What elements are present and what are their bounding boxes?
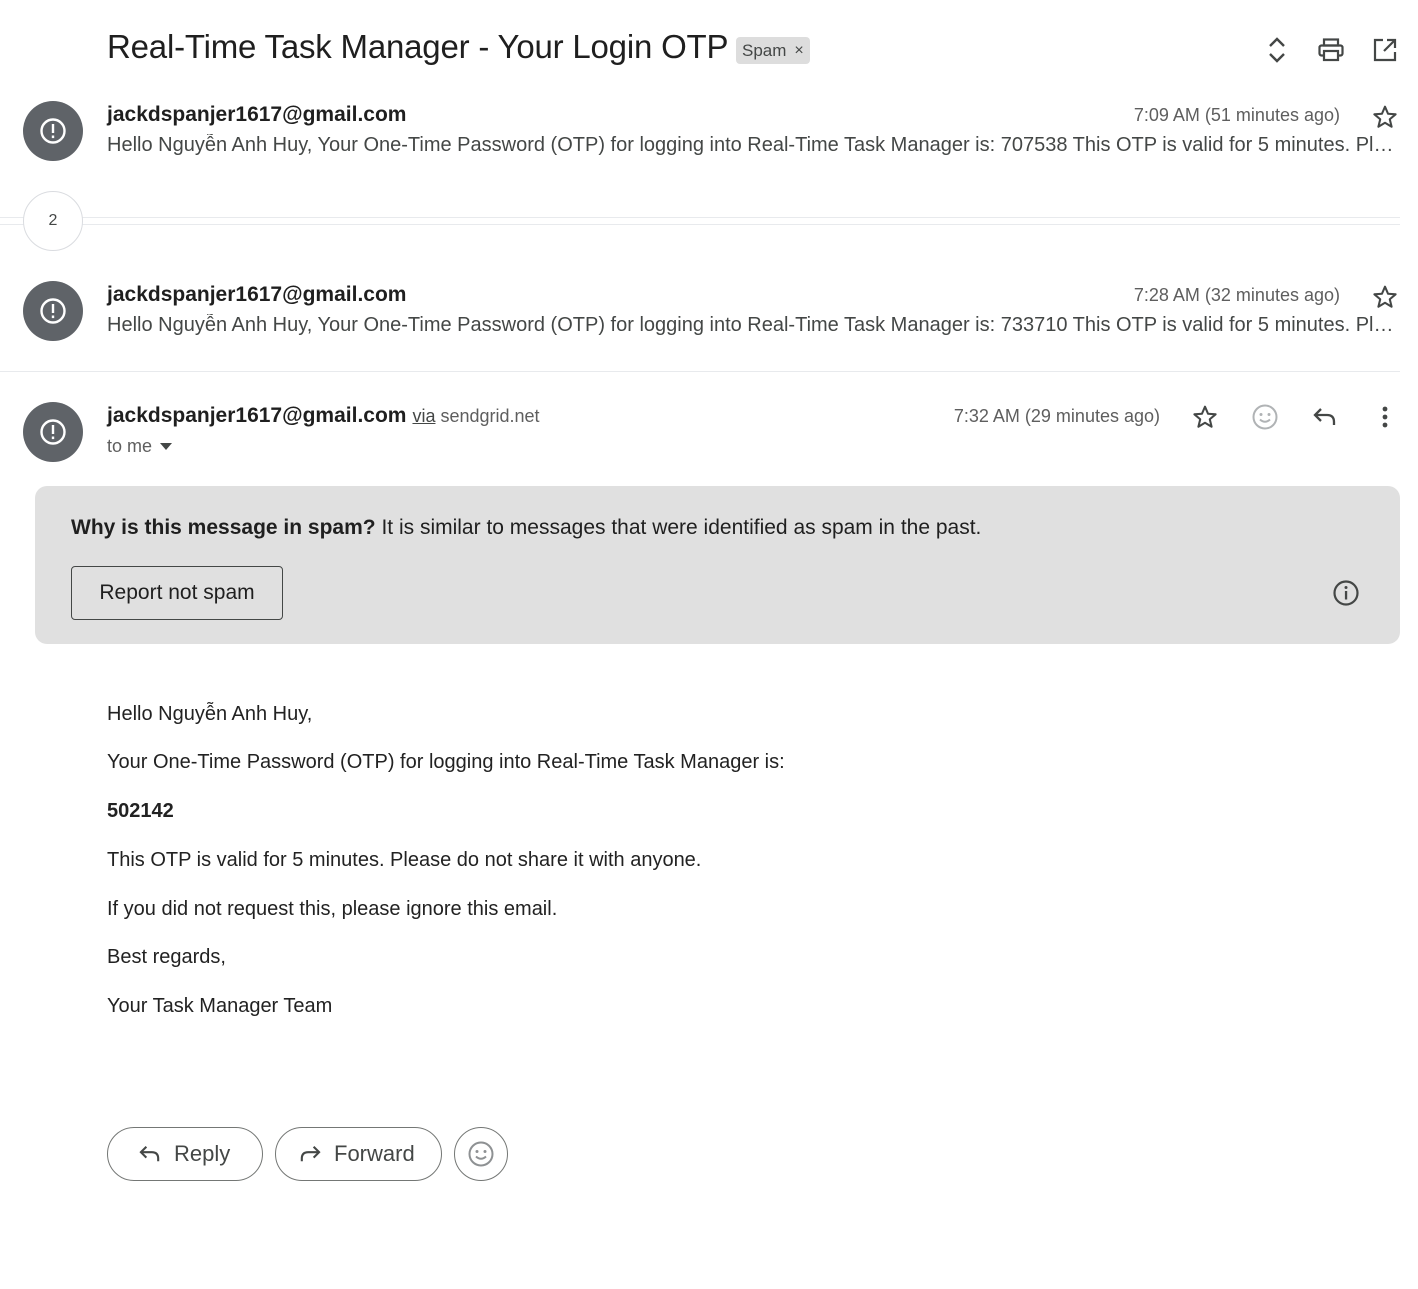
add-reaction-button[interactable] bbox=[454, 1127, 508, 1181]
message-snippet: Hello Nguyễn Anh Huy, Your One-Time Pass… bbox=[107, 314, 1394, 336]
more-options-icon[interactable] bbox=[1369, 401, 1401, 433]
sender-email[interactable]: jackdspanjer1617@gmail.com bbox=[107, 404, 406, 428]
thread-divider bbox=[0, 224, 1400, 225]
emoji-icon bbox=[468, 1141, 494, 1167]
forward-label: Forward bbox=[334, 1141, 415, 1166]
sender-email: jackdspanjer1617@gmail.com bbox=[107, 283, 407, 306]
alert-icon bbox=[40, 419, 66, 445]
via-domain: sendgrid.net bbox=[440, 406, 540, 426]
spam-label-text: Spam bbox=[742, 40, 787, 60]
thread-divider bbox=[0, 217, 1400, 218]
forward-icon bbox=[300, 1145, 321, 1162]
body-validity: This OTP is valid for 5 minutes. Please … bbox=[107, 849, 702, 871]
forward-button[interactable]: Forward bbox=[275, 1127, 442, 1181]
body-signature: Your Task Manager Team bbox=[107, 995, 333, 1017]
spam-label-chip[interactable]: Spam × bbox=[736, 37, 810, 64]
expand-collapse-icon[interactable] bbox=[1257, 30, 1297, 70]
email-subject: Real-Time Task Manager - Your Login OTP bbox=[107, 28, 729, 65]
caret-down-icon bbox=[160, 442, 173, 450]
via-label: via bbox=[412, 406, 435, 427]
report-not-spam-button[interactable]: Report not spam bbox=[71, 566, 283, 620]
reply-icon bbox=[139, 1145, 160, 1162]
spam-sender-avatar bbox=[23, 281, 83, 341]
hidden-messages-count[interactable]: 2 bbox=[23, 191, 83, 251]
open-in-new-window-icon[interactable] bbox=[1365, 30, 1405, 70]
star-icon[interactable] bbox=[1189, 401, 1221, 433]
recipient-label: to me bbox=[107, 436, 153, 456]
recipient-details-toggle[interactable]: to me bbox=[107, 436, 173, 457]
remove-label-icon[interactable]: × bbox=[794, 42, 803, 60]
star-icon[interactable] bbox=[1369, 281, 1401, 313]
via-link[interactable]: via bbox=[412, 406, 435, 426]
spam-sender-avatar bbox=[23, 402, 83, 462]
spam-question: Why is this message in spam? bbox=[71, 516, 376, 539]
add-reaction-icon[interactable] bbox=[1249, 401, 1281, 433]
body-closing: Best regards, bbox=[107, 946, 226, 968]
reply-label: Reply bbox=[174, 1141, 231, 1166]
message-divider bbox=[0, 371, 1400, 372]
message-time: 7:28 AM (32 minutes ago) bbox=[1133, 285, 1340, 305]
spam-warning-banner bbox=[35, 486, 1400, 644]
alert-icon bbox=[40, 118, 66, 144]
sender-line: jackdspanjer1617@gmail.com via sendgrid.… bbox=[107, 404, 540, 428]
info-icon[interactable] bbox=[1330, 577, 1362, 609]
star-icon[interactable] bbox=[1369, 101, 1401, 133]
otp-code: 502142 bbox=[107, 800, 174, 822]
spam-explanation: It is similar to messages that were iden… bbox=[381, 516, 982, 539]
print-icon[interactable] bbox=[1311, 30, 1351, 70]
spam-sender-avatar bbox=[23, 101, 83, 161]
reply-icon[interactable] bbox=[1309, 401, 1341, 433]
message-time: 7:09 AM (51 minutes ago) bbox=[1133, 105, 1340, 125]
body-intro: Your One-Time Password (OTP) for logging… bbox=[107, 751, 785, 773]
message-snippet: Hello Nguyễn Anh Huy, Your One-Time Pass… bbox=[107, 134, 1394, 156]
reply-button[interactable]: Reply bbox=[107, 1127, 263, 1181]
body-ignore-note: If you did not request this, please igno… bbox=[107, 898, 558, 920]
sender-email: jackdspanjer1617@gmail.com bbox=[107, 103, 407, 126]
spam-reason: Why is this message in spam? It is simil… bbox=[71, 516, 981, 540]
alert-icon bbox=[40, 298, 66, 324]
message-time: 7:32 AM (29 minutes ago) bbox=[953, 406, 1160, 426]
body-greeting: Hello Nguyễn Anh Huy, bbox=[107, 703, 313, 725]
